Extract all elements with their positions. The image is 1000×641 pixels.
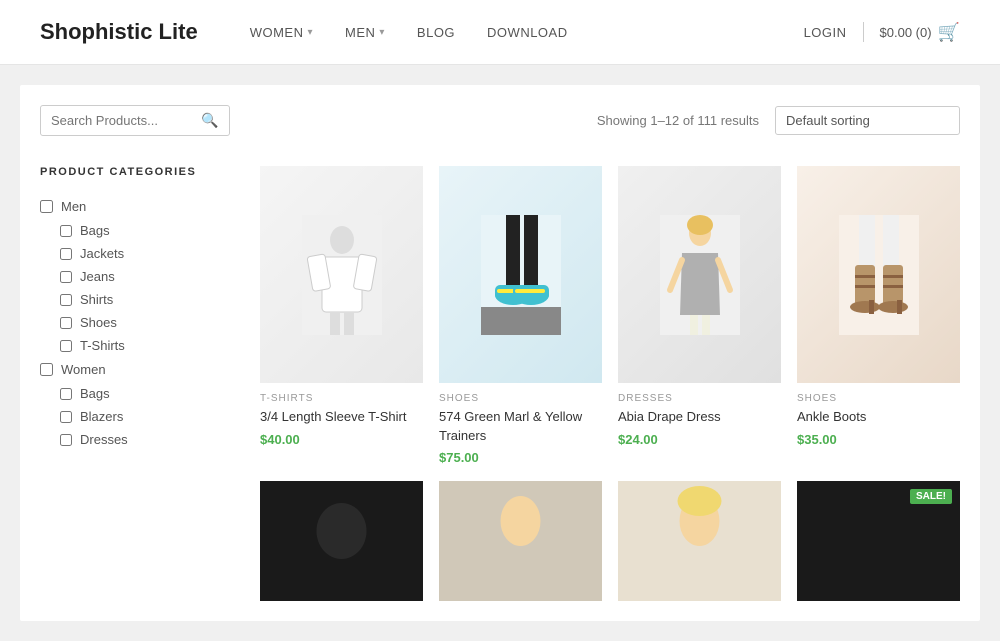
product-thumbnail [797,166,960,383]
nav-download[interactable]: DOWNLOAD [475,17,580,48]
category-tshirts[interactable]: T-Shirts [60,334,240,357]
shoes-men-checkbox[interactable] [60,317,72,329]
product-image [797,166,960,383]
category-dresses[interactable]: Dresses [60,428,240,451]
product-card[interactable]: DRESSES Abia Drape Dress $24.00 [618,166,781,465]
shirts-checkbox[interactable] [60,294,72,306]
main-nav: WOMEN ▾ MEN ▾ BLOG DOWNLOAD [238,17,804,48]
sort-wrapper: Default sorting Sort by popularity Sort … [775,106,960,135]
product-name: Abia Drape Dress [618,408,781,426]
sidebar: PRODUCT CATEGORIES Men Bags Jackets Jean… [40,166,240,601]
search-box: 🔍 [40,105,230,136]
tshirts-checkbox[interactable] [60,340,72,352]
product-name: Ankle Boots [797,408,960,426]
product-thumbnail [260,481,423,601]
men-children: Bags Jackets Jeans Shirts Shoes [40,219,240,357]
product-card[interactable] [618,481,781,601]
search-input[interactable] [51,113,201,128]
sale-badge: Sale! [910,489,952,504]
product-thumbnail [618,166,781,383]
sort-select[interactable]: Default sorting Sort by popularity Sort … [775,106,960,135]
cart-amount: $0.00 (0) [880,25,932,40]
products-area: T-SHIRTS 3/4 Length Sleeve T-Shirt $40.0… [260,166,960,601]
product-thumbnail: Sale! [797,481,960,601]
product-name: 574 Green Marl & Yellow Trainers [439,408,602,444]
search-button[interactable]: 🔍 [201,112,218,129]
nav-men[interactable]: MEN ▾ [333,17,397,48]
product-thumbnail [618,481,781,601]
product-category: SHOES [797,393,960,404]
product-category: T-SHIRTS [260,393,423,404]
category-women[interactable]: Women [40,357,240,382]
category-bags-men[interactable]: Bags [60,219,240,242]
site-header: Shophistic Lite WOMEN ▾ MEN ▾ BLOG DOWNL… [0,0,1000,65]
header-right: LOGIN $0.00 (0) 🛒 [804,22,960,43]
nav-women[interactable]: WOMEN ▾ [238,17,325,48]
product-price: $75.00 [439,450,602,465]
category-jackets[interactable]: Jackets [60,242,240,265]
dresses-checkbox[interactable] [60,434,72,446]
product-name: 3/4 Length Sleeve T-Shirt [260,408,423,426]
category-blazers[interactable]: Blazers [60,405,240,428]
products-row2: Sale! [260,481,960,601]
category-shoes-men[interactable]: Shoes [60,311,240,334]
product-card[interactable] [439,481,602,601]
header-divider [863,22,864,42]
category-women-checkbox[interactable] [40,363,53,376]
site-logo[interactable]: Shophistic Lite [40,19,198,45]
bags-men-checkbox[interactable] [60,225,72,237]
women-children: Bags Blazers Dresses [40,382,240,451]
product-card[interactable]: SHOES Ankle Boots $35.00 [797,166,960,465]
nav-blog[interactable]: BLOG [405,17,467,48]
cart-icon: 🛒 [938,22,960,43]
categories-title: PRODUCT CATEGORIES [40,166,240,178]
category-bags-women[interactable]: Bags [60,382,240,405]
chevron-down-icon: ▾ [379,27,385,38]
category-men-checkbox[interactable] [40,200,53,213]
category-shirts[interactable]: Shirts [60,288,240,311]
products-toolbar: 🔍 Showing 1–12 of 111 results Default so… [40,105,960,146]
product-image [618,166,781,383]
chevron-down-icon: ▾ [307,27,313,38]
product-category: DRESSES [618,393,781,404]
product-price: $40.00 [260,432,423,447]
product-image [260,166,423,383]
product-category: SHOES [439,393,602,404]
product-price: $24.00 [618,432,781,447]
jackets-checkbox[interactable] [60,248,72,260]
bags-women-checkbox[interactable] [60,388,72,400]
results-count: Showing 1–12 of 111 results [597,113,759,128]
content-area: PRODUCT CATEGORIES Men Bags Jackets Jean… [40,166,960,601]
category-men-label: Men [61,199,86,214]
jeans-checkbox[interactable] [60,271,72,283]
blazers-checkbox[interactable] [60,411,72,423]
cart-button[interactable]: $0.00 (0) 🛒 [880,22,960,43]
login-link[interactable]: LOGIN [804,25,847,40]
product-card[interactable] [260,481,423,601]
products-grid: T-SHIRTS 3/4 Length Sleeve T-Shirt $40.0… [260,166,960,465]
product-thumbnail [439,166,602,383]
product-thumbnail [439,481,602,601]
main-content: 🔍 Showing 1–12 of 111 results Default so… [20,85,980,621]
category-jeans[interactable]: Jeans [60,265,240,288]
category-men[interactable]: Men [40,194,240,219]
product-card[interactable]: SHOES 574 Green Marl & Yellow Trainers $… [439,166,602,465]
product-price: $35.00 [797,432,960,447]
product-thumbnail [260,166,423,383]
product-image [439,166,602,383]
product-card[interactable]: T-SHIRTS 3/4 Length Sleeve T-Shirt $40.0… [260,166,423,465]
product-card[interactable]: Sale! [797,481,960,601]
category-women-label: Women [61,362,106,377]
